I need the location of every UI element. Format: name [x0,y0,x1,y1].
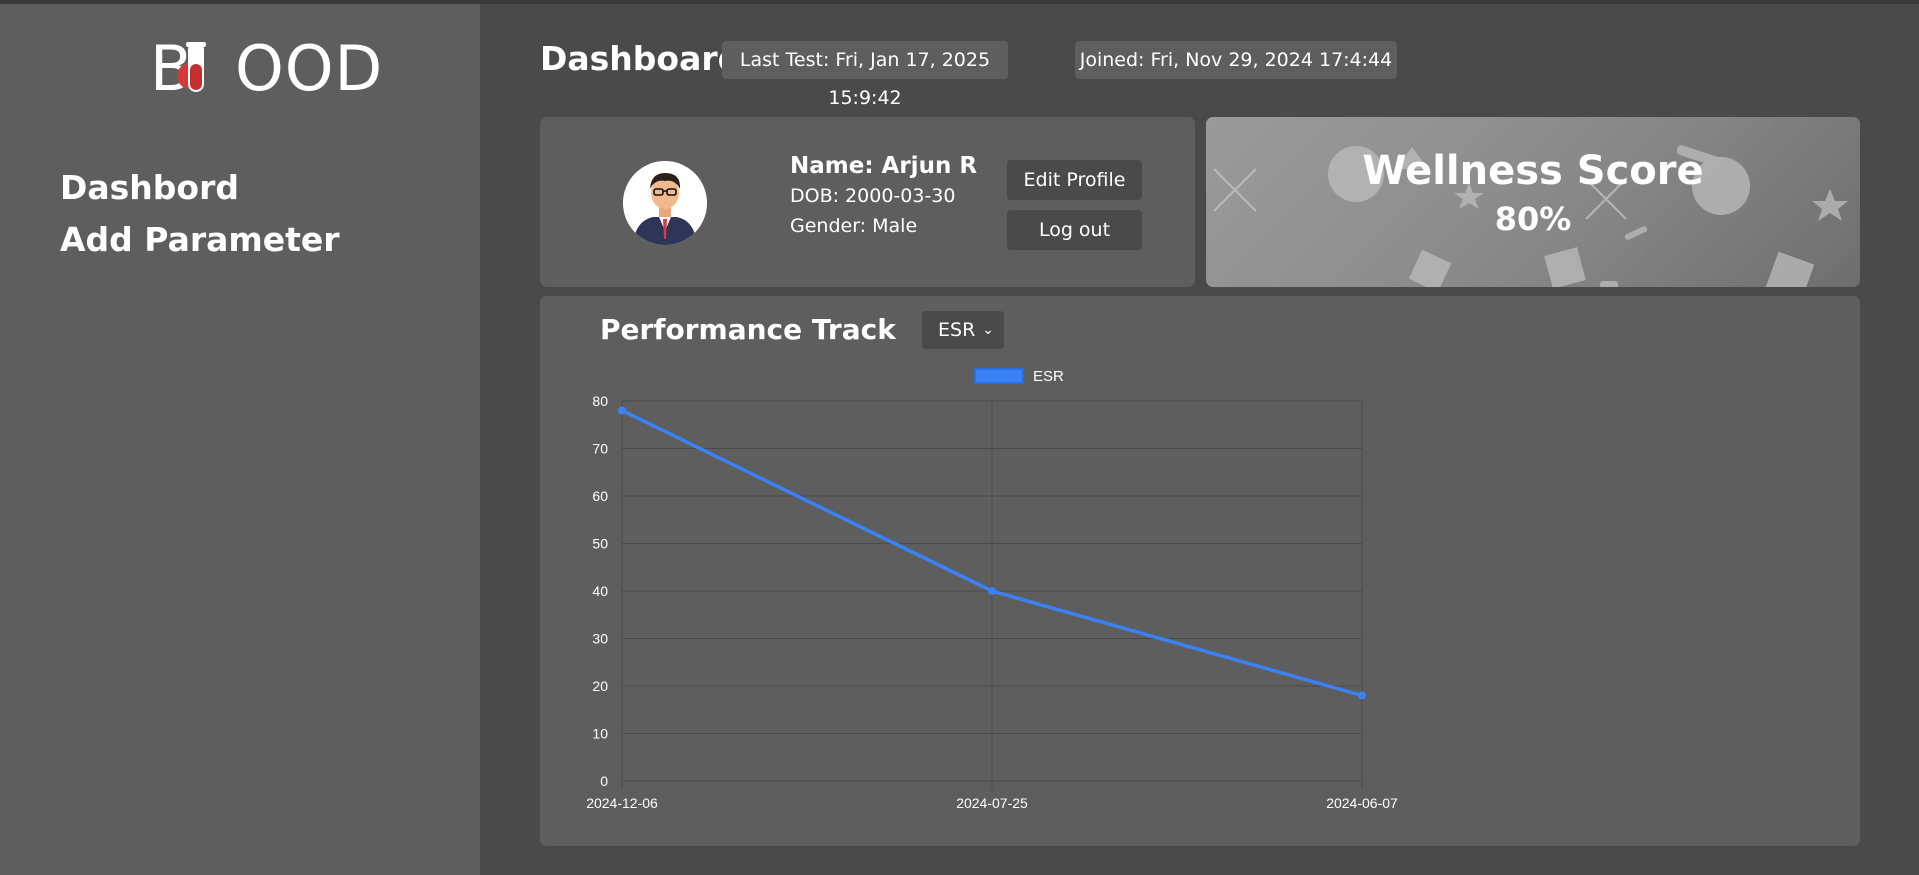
y-tick-label: 80 [592,393,608,409]
profile-name: Name: Arjun R [790,153,978,179]
performance-card: Performance Track ESR ⌄ 0 10 20 30 40 50 60 70 8… [540,296,1860,846]
legend-label: ESR [1033,368,1064,385]
profile-dob: DOB: 2000-03-30 [790,185,956,207]
y-tick-label: 60 [592,488,608,504]
y-tick-label: 50 [592,536,608,552]
logout-button[interactable]: Log out [1007,210,1142,250]
main-content: Dashboard Last Test: Fri, Jan 17, 2025 1… [480,4,1919,875]
wellness-score-value: 80% [1494,200,1572,238]
x-tick-label: 2024-06-07 [1326,795,1398,811]
legend-swatch [974,368,1024,384]
profile-info: Name: Arjun R DOB: 2000-03-30 Gender: Ma… [790,151,977,241]
data-point [988,587,996,595]
avatar [623,161,707,245]
page-title: Dashboard [540,39,742,78]
data-point [1358,691,1366,700]
y-tick-label: 30 [592,631,608,647]
test-tube-icon [177,42,206,92]
wellness-title: Wellness Score [1362,148,1704,194]
y-tick-label: 40 [592,583,608,599]
profile-card: Name: Arjun R DOB: 2000-03-30 Gender: Ma… [540,117,1195,287]
y-tick-label: 0 [600,773,608,789]
data-point [618,406,626,415]
wellness-card: Wellness Score 80% [1206,117,1860,287]
user-avatar-icon [623,161,707,245]
nav-dashboard[interactable]: Dashbord [60,162,340,214]
x-tick-label: 2024-07-25 [956,795,1028,811]
last-test-badge: Last Test: Fri, Jan 17, 2025 15:9:42 [722,41,1008,109]
sidebar: B OOD Dashbord Add Parameter [0,4,480,875]
y-tick-label: 70 [592,441,608,457]
performance-chart: 0 10 20 30 40 50 60 70 80 2024-12-06 2024-07-25 202… [586,368,1398,811]
sidebar-nav: Dashbord Add Parameter [60,162,340,266]
nav-add-parameter[interactable]: Add Parameter [60,214,340,266]
edit-profile-button[interactable]: Edit Profile [1007,160,1142,200]
profile-gender: Gender: Male [790,215,918,237]
joined-badge: Joined: Fri, Nov 29, 2024 17:4:44 [1075,41,1397,79]
logo: B OOD [150,34,382,104]
y-tick-label: 10 [592,726,608,742]
y-tick-label: 20 [592,678,608,694]
x-tick-label: 2024-12-06 [586,795,658,811]
